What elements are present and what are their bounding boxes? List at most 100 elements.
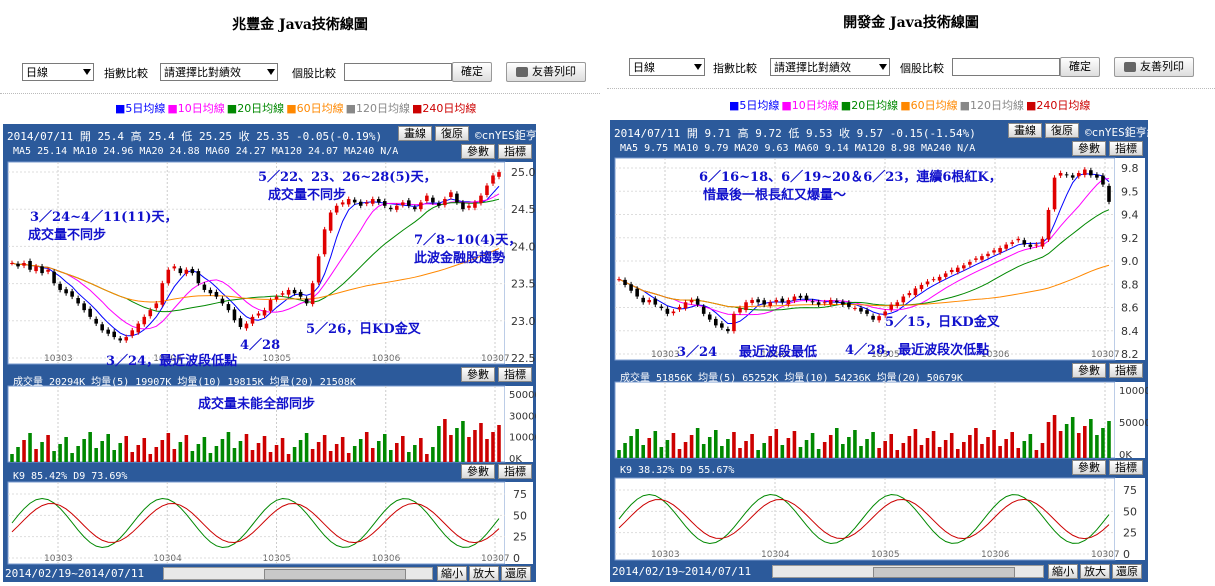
volume-bar xyxy=(22,440,26,462)
candle-body xyxy=(1064,174,1069,176)
candle-body xyxy=(232,309,237,321)
candle-body xyxy=(968,261,972,265)
volume-param-button[interactable]: 參數 xyxy=(461,367,495,382)
price-tick: 9.2 xyxy=(1121,232,1139,245)
candle-body xyxy=(1052,177,1057,210)
kd-indicator-button[interactable]: 指標 xyxy=(498,464,532,479)
candle-body xyxy=(172,266,177,269)
volume-bar xyxy=(853,430,857,458)
zoom-button[interactable]: 放大 xyxy=(1080,564,1110,579)
confirm-button[interactable]: 確定 xyxy=(452,62,492,82)
stock-input[interactable] xyxy=(952,58,1060,76)
volume-bar xyxy=(82,439,86,462)
volume-param-button[interactable]: 參數 xyxy=(1072,363,1106,378)
candle-body xyxy=(485,185,489,195)
volume-bar xyxy=(124,436,129,462)
candle-body xyxy=(750,299,754,303)
volume-bar xyxy=(431,447,435,462)
price-tick: 9.8 xyxy=(1121,162,1139,175)
shrink-button[interactable]: 縮小 xyxy=(1048,564,1078,579)
volume-indicator-button[interactable]: 指標 xyxy=(498,367,532,382)
volume-bar xyxy=(1076,433,1081,458)
candle-body xyxy=(220,298,225,304)
print-button[interactable]: 友善列印 xyxy=(506,62,586,82)
candle-body xyxy=(268,300,273,311)
candle-body xyxy=(677,306,682,310)
candle-body xyxy=(214,291,219,297)
price-plot xyxy=(614,157,1116,361)
volume-indicator-button[interactable]: 指標 xyxy=(1109,363,1143,378)
candle-body xyxy=(1010,242,1015,244)
scroll-thumb[interactable] xyxy=(264,569,406,580)
candle-body xyxy=(370,199,375,204)
kd-header: K9 85.42% D9 73.69% xyxy=(13,471,128,482)
candle-body xyxy=(304,298,309,304)
volume-bar xyxy=(334,444,339,462)
printer-icon xyxy=(1124,62,1136,72)
kd-indicator-button[interactable]: 指標 xyxy=(1109,460,1143,475)
price-tick: 25.0 xyxy=(511,166,536,179)
candle-body xyxy=(208,289,213,294)
volume-bar xyxy=(461,421,465,462)
candle-body xyxy=(154,303,159,309)
reset-button[interactable]: 還原 xyxy=(501,566,531,581)
candle-body xyxy=(919,284,924,290)
kd-param-button[interactable]: 參數 xyxy=(461,464,495,479)
candle-body xyxy=(160,283,165,305)
zoom-button[interactable]: 放大 xyxy=(469,566,499,581)
confirm-button[interactable]: 確定 xyxy=(1060,57,1100,77)
compare-select[interactable]: 請選擇比對績效 xyxy=(770,58,890,76)
print-button[interactable]: 友善列印 xyxy=(1114,57,1194,77)
month-tick: 10307 xyxy=(1091,550,1120,560)
volume-bar xyxy=(322,435,327,462)
volume-bar xyxy=(346,453,351,462)
volume-bar xyxy=(949,433,954,458)
stock-input[interactable] xyxy=(344,63,452,81)
volume-bar xyxy=(623,443,627,458)
compare-select[interactable]: 請選擇比對績效 xyxy=(160,63,278,81)
annotation: 5／15，日KD金叉 xyxy=(885,315,1000,330)
volume-bar xyxy=(298,440,303,462)
volume-bar xyxy=(834,428,839,458)
candle-body xyxy=(992,250,996,253)
candle-body xyxy=(653,298,658,305)
candle-body xyxy=(280,293,285,295)
scroll-thumb[interactable] xyxy=(873,567,1015,578)
candle-body xyxy=(1089,170,1093,176)
candle-body xyxy=(877,316,881,321)
volume-bar xyxy=(943,440,948,458)
legend-ma240: ■240日均線 xyxy=(1025,99,1091,112)
kd-param-button[interactable]: 參數 xyxy=(1072,460,1106,475)
scrollbar[interactable] xyxy=(772,565,1044,578)
volume-bar xyxy=(810,433,815,458)
volume-bar xyxy=(647,438,652,458)
volume-bar xyxy=(907,436,912,458)
candle-body xyxy=(467,205,471,208)
candle-body xyxy=(407,200,411,206)
period-select[interactable]: 日線 xyxy=(629,58,705,76)
volume-bar xyxy=(774,429,779,458)
volume-bar xyxy=(1046,422,1051,458)
volume-bar xyxy=(274,445,279,462)
volume-bar xyxy=(762,443,766,458)
volume-bar xyxy=(250,450,255,462)
volume-bar xyxy=(913,429,918,458)
price-tick: 8.8 xyxy=(1121,278,1139,291)
volume-bar xyxy=(148,454,153,462)
volume-bar xyxy=(1004,439,1008,458)
annotation: 4／28，最近波段次低點 xyxy=(845,343,990,358)
candle-body xyxy=(810,301,815,303)
candle-body xyxy=(238,318,243,327)
volume-bar xyxy=(641,445,645,458)
volume-bar xyxy=(491,432,495,462)
scrollbar[interactable] xyxy=(163,567,433,580)
candle-body xyxy=(641,297,645,303)
reset-button[interactable]: 還原 xyxy=(1112,564,1142,579)
candle-body xyxy=(949,269,954,273)
candle-body xyxy=(443,199,447,206)
price-tick: 8.4 xyxy=(1121,325,1139,338)
period-select[interactable]: 日線 xyxy=(22,63,94,81)
volume-bar xyxy=(208,453,213,462)
shrink-button[interactable]: 縮小 xyxy=(437,566,467,581)
legend-ma5: ■5日均線 xyxy=(115,102,166,115)
